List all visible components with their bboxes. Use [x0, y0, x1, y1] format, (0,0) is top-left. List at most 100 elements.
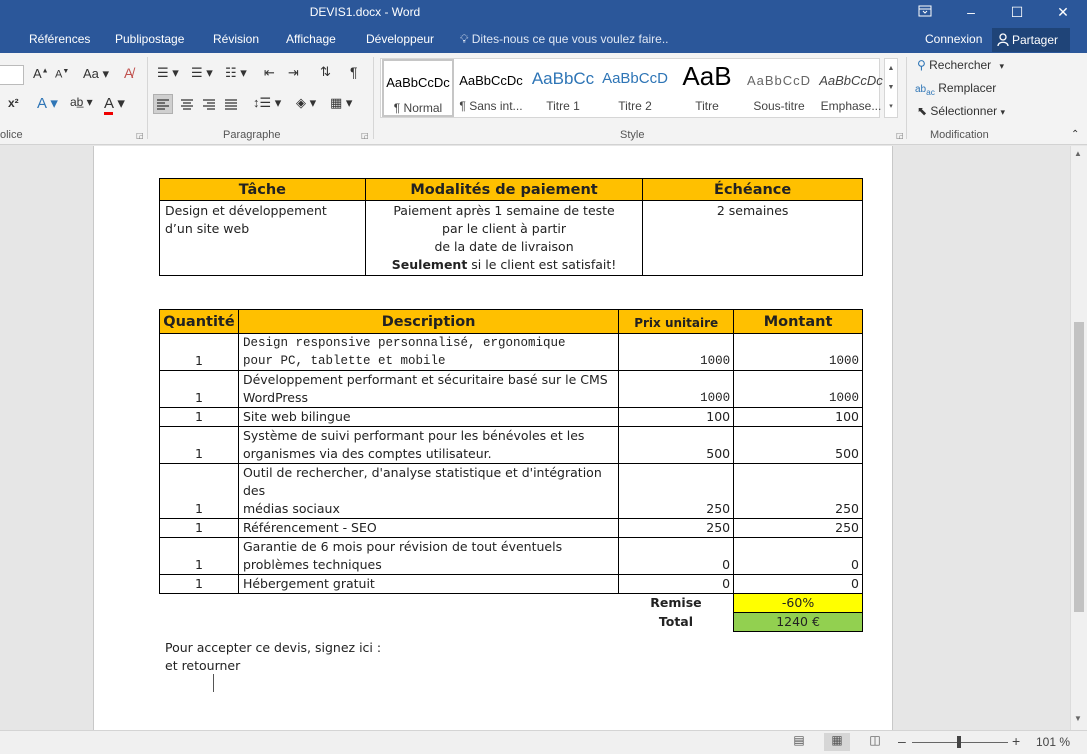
- read-mode-icon[interactable]: ▤: [786, 733, 812, 751]
- shrink-font-icon[interactable]: A▼: [55, 68, 69, 81]
- style-sans-interligne[interactable]: AaBbCcDc ¶ Sans int...: [455, 59, 527, 117]
- borders-icon[interactable]: ▦ ▾: [330, 95, 352, 111]
- ribbon-display-options-button[interactable]: [902, 0, 948, 27]
- cell-montant[interactable]: 100: [733, 407, 863, 427]
- justify-icon[interactable]: [222, 95, 240, 116]
- increase-indent-icon[interactable]: ⇥: [288, 65, 299, 81]
- gallery-more-icon[interactable]: ▾: [885, 97, 897, 116]
- numbering-icon[interactable]: ☰ ▾: [191, 65, 213, 81]
- vertical-scrollbar[interactable]: ▲ ▼: [1070, 146, 1087, 730]
- scroll-down-icon[interactable]: ▼: [1074, 714, 1082, 723]
- selectionner-button[interactable]: ⬉ Sélectionner ▾: [917, 104, 1005, 118]
- gallery-up-icon[interactable]: ▲: [885, 59, 897, 78]
- change-case-icon[interactable]: Aa ▾: [83, 66, 109, 82]
- style-emphase[interactable]: AaBbCcDc Emphase...: [815, 59, 887, 117]
- footer-line-accept[interactable]: Pour accepter ce devis, signez ici :: [165, 640, 381, 655]
- cell-description[interactable]: Développement performant et sécuritaire …: [237, 370, 620, 408]
- cell-montant[interactable]: 500: [733, 426, 863, 464]
- minimize-button[interactable]: –: [948, 0, 994, 27]
- style-titre-1[interactable]: AaBbCc Titre 1: [527, 59, 599, 117]
- style-titre-2[interactable]: AaBbCcD Titre 2: [599, 59, 671, 117]
- cell-quantite[interactable]: 1: [159, 518, 239, 538]
- print-layout-icon[interactable]: ▦: [824, 733, 850, 751]
- cell-montant[interactable]: 250: [733, 518, 863, 538]
- highlight-icon[interactable]: ab̲ ▾: [70, 95, 93, 109]
- collapse-ribbon-icon[interactable]: ⌃: [1071, 129, 1079, 140]
- cell-prix[interactable]: 500: [618, 426, 735, 464]
- cell-quantite[interactable]: 1: [159, 370, 239, 408]
- clear-formatting-icon[interactable]: A̸: [124, 65, 133, 81]
- cell-tache[interactable]: Design et développement d’un site web: [159, 200, 366, 276]
- cell-quantite[interactable]: 1: [159, 426, 239, 464]
- styles-gallery-scroll[interactable]: ▲ ▼ ▾: [884, 58, 898, 118]
- cell-prix[interactable]: 100: [618, 407, 735, 427]
- tab-references[interactable]: Références: [29, 32, 90, 46]
- cell-description[interactable]: Référencement - SEO: [237, 518, 620, 538]
- remplacer-button[interactable]: abac Remplacer: [915, 81, 996, 97]
- remise-value[interactable]: -60%: [733, 593, 863, 613]
- text-effects-icon[interactable]: A ▾: [37, 94, 58, 112]
- align-right-icon[interactable]: [200, 95, 218, 116]
- cell-prix[interactable]: 0: [618, 574, 735, 594]
- cell-modalites[interactable]: Paiement après 1 semaine de teste par le…: [364, 200, 644, 276]
- font-size-box[interactable]: [0, 65, 24, 85]
- style-normal[interactable]: AaBbCcDc ¶ Normal: [382, 59, 454, 117]
- footer-line-return[interactable]: et retourner: [165, 658, 240, 673]
- shading-icon[interactable]: ◈ ▾: [296, 95, 316, 111]
- total-value[interactable]: 1240 €: [733, 612, 863, 632]
- zoom-slider-knob[interactable]: [957, 736, 961, 748]
- cell-montant[interactable]: 0: [733, 537, 863, 575]
- maximize-button[interactable]: ☐: [994, 0, 1040, 27]
- style-dialog-launcher[interactable]: ◲: [896, 131, 904, 140]
- cell-prix[interactable]: 0: [618, 537, 735, 575]
- document-page[interactable]: Tâche Modalités de paiement Échéance Des…: [93, 146, 893, 730]
- paragraphe-dialog-launcher[interactable]: ◲: [361, 131, 369, 140]
- cell-prix[interactable]: 1000: [618, 370, 735, 408]
- share-button[interactable]: Partager: [992, 28, 1070, 52]
- cell-montant[interactable]: 1000: [733, 370, 863, 408]
- cell-description[interactable]: Design responsive personnalisé, ergonomi…: [237, 333, 620, 371]
- cell-quantite[interactable]: 1: [159, 574, 239, 594]
- superscript-icon[interactable]: x²: [8, 96, 19, 110]
- police-dialog-launcher[interactable]: ◲: [136, 131, 144, 140]
- cell-montant[interactable]: 1000: [733, 333, 863, 371]
- pilcrow-icon[interactable]: ¶: [350, 64, 358, 80]
- cell-montant[interactable]: 250: [733, 463, 863, 519]
- cell-quantite[interactable]: 1: [159, 537, 239, 575]
- tab-developpeur[interactable]: Développeur: [366, 32, 434, 46]
- sort-icon[interactable]: ⇅: [320, 64, 331, 80]
- close-button[interactable]: ✕: [1040, 0, 1086, 27]
- tab-affichage[interactable]: Affichage: [286, 32, 336, 46]
- scrollbar-thumb[interactable]: [1074, 322, 1084, 612]
- cell-quantite[interactable]: 1: [159, 333, 239, 371]
- style-titre[interactable]: AaB Titre: [671, 59, 743, 117]
- zoom-in-button[interactable]: +: [1012, 733, 1020, 749]
- cell-description[interactable]: Système de suivi performant pour les bén…: [237, 426, 620, 464]
- cell-prix[interactable]: 250: [618, 463, 735, 519]
- cell-prix[interactable]: 1000: [618, 333, 735, 371]
- tab-publipostage[interactable]: Publipostage: [115, 32, 184, 46]
- line-spacing-icon[interactable]: ↕☰ ▾: [253, 95, 281, 111]
- tab-revision[interactable]: Révision: [213, 32, 259, 46]
- align-left-button[interactable]: [153, 94, 173, 114]
- tell-me-box[interactable]: 💡︎ Dites-nous ce que vous voulez faire..: [460, 32, 669, 47]
- style-sous-titre[interactable]: AaBbCcD Sous-titre: [743, 59, 815, 117]
- cell-description[interactable]: Garantie de 6 mois pour révision de tout…: [237, 537, 620, 575]
- scroll-up-icon[interactable]: ▲: [1074, 149, 1082, 158]
- cell-quantite[interactable]: 1: [159, 407, 239, 427]
- decrease-indent-icon[interactable]: ⇤: [264, 65, 275, 81]
- cell-prix[interactable]: 250: [618, 518, 735, 538]
- cell-montant[interactable]: 0: [733, 574, 863, 594]
- zoom-level[interactable]: 101 %: [1036, 735, 1070, 749]
- align-center-icon[interactable]: [178, 95, 196, 116]
- cell-echeance[interactable]: 2 semaines: [642, 200, 863, 276]
- web-layout-icon[interactable]: ◫: [862, 733, 888, 751]
- font-color-icon[interactable]: A ▾: [104, 94, 125, 115]
- bullets-icon[interactable]: ☰ ▾: [157, 65, 179, 81]
- multilevel-list-icon[interactable]: ☷ ▾: [225, 65, 247, 81]
- cell-description[interactable]: Outil de rechercher, d'analyse statistiq…: [237, 463, 620, 519]
- rechercher-button[interactable]: ⚲ Rechercher ▾: [917, 58, 1004, 72]
- cell-quantite[interactable]: 1: [159, 463, 239, 519]
- cell-description[interactable]: Site web bilingue: [237, 407, 620, 427]
- grow-font-icon[interactable]: A▲: [33, 66, 49, 81]
